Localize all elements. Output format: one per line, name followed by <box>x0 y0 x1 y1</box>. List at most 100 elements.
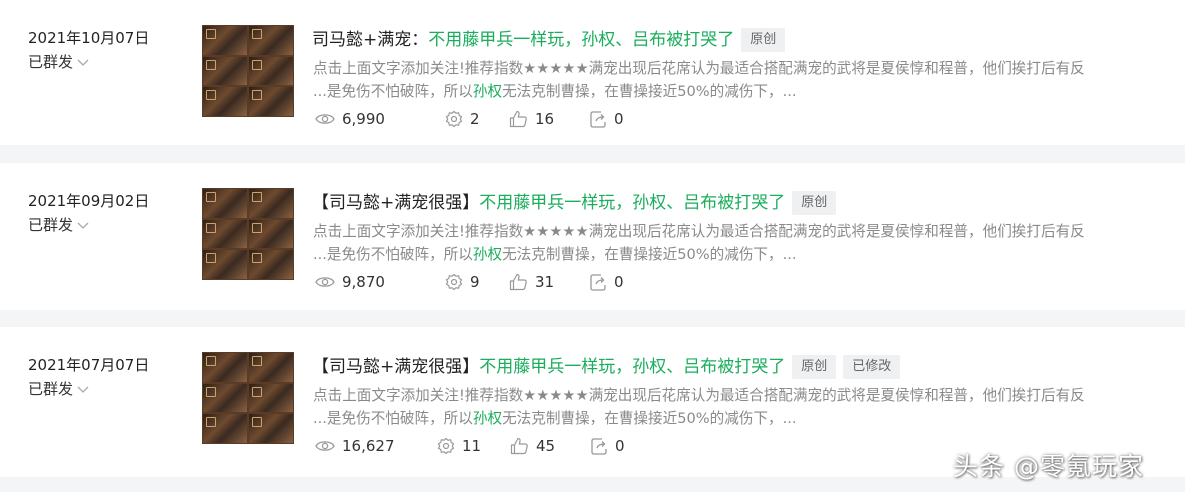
summary-line: 点击上面文字添加关注!推荐指数★★★★★满宠出现后花席认为最适合搭配满宠的武将是… <box>313 223 1085 240</box>
article-thumbnail[interactable] <box>202 188 294 280</box>
thumbs-up-icon <box>509 273 527 291</box>
forwards-stat: 0 <box>590 437 625 455</box>
shares-count: 11 <box>462 437 482 455</box>
likes-count: 31 <box>535 273 555 291</box>
summary-text: 无法克制曹操，在曹操接近50%的减伤下，... <box>502 83 797 100</box>
summary-text: 无法克制曹操，在曹操接近50%的减伤下，... <box>502 410 797 427</box>
thumbnail-cell <box>249 189 293 218</box>
gear-icon <box>445 273 463 291</box>
original-badge: 原创 <box>792 191 837 215</box>
thumbnail-cell <box>203 414 247 443</box>
thumbnail-cell <box>203 87 247 116</box>
forwards-stat: 0 <box>589 110 624 128</box>
article-card: 2021年10月07日 已群发 司马懿+满宠： 不用藤甲兵一样玩，孙权、吕布被打… <box>0 0 1185 145</box>
summary-highlight: 孙权 <box>472 410 503 427</box>
thumbs-up-icon <box>509 110 527 128</box>
publish-date: 2021年07月07日 <box>28 356 150 374</box>
likes-stat: 45 <box>510 437 590 455</box>
watermark: 头条 @零氪玩家 <box>953 452 1144 481</box>
forward-icon <box>590 274 606 291</box>
thumbnail-cell <box>249 414 293 443</box>
title-prefix[interactable]: 【司马懿+满宠很强】 <box>312 190 479 216</box>
summary-highlight: 孙权 <box>472 246 503 263</box>
views-stat: 9,870 <box>315 273 445 291</box>
chevron-down-icon <box>77 222 89 229</box>
article-card: 2021年09月02日 已群发 【司马懿+满宠很强】 不用藤甲兵一样玩，孙权、吕… <box>0 163 1185 310</box>
article-summary: 点击上面文字添加关注!推荐指数★★★★★满宠出现后花席认为最适合搭配满宠的武将是… <box>313 384 1163 430</box>
forwards-count: 0 <box>614 273 624 291</box>
thumbnail-cell <box>203 250 247 279</box>
gear-icon <box>445 110 463 128</box>
status-label: 已群发 <box>28 380 74 398</box>
status-dropdown[interactable]: 已群发 <box>28 52 89 72</box>
likes-stat: 16 <box>509 110 589 128</box>
summary-line: ...是免伤不怕破阵，所以孙权无法克制曹操，在曹操接近50%的减伤下，... <box>313 80 1163 103</box>
title-main[interactable]: 不用藤甲兵一样玩，孙权、吕布被打哭了 <box>479 190 785 216</box>
likes-stat: 31 <box>509 273 589 291</box>
article-summary: 点击上面文字添加关注!推荐指数★★★★★满宠出现后花席认为最适合搭配满宠的武将是… <box>313 57 1163 103</box>
title-prefix[interactable]: 司马懿+满宠： <box>312 27 428 53</box>
article-stats: 16,627 11 45 0 <box>315 437 625 455</box>
summary-line: ...是免伤不怕破阵，所以孙权无法克制曹操，在曹操接近50%的减伤下，... <box>313 407 1163 430</box>
thumbnail-cell <box>203 383 247 413</box>
gear-icon <box>437 437 455 455</box>
thumbnail-cell <box>249 219 293 249</box>
article-thumbnail[interactable] <box>202 352 294 444</box>
shares-count: 9 <box>470 273 480 291</box>
article-stats: 6,990 2 16 0 <box>315 110 624 128</box>
thumbnail-cell <box>203 353 247 382</box>
thumbnail-cell <box>203 219 247 249</box>
status-dropdown[interactable]: 已群发 <box>28 215 89 235</box>
status-dropdown[interactable]: 已群发 <box>28 379 89 399</box>
article-list: 2021年10月07日 已群发 司马懿+满宠： 不用藤甲兵一样玩，孙权、吕布被打… <box>0 0 1185 492</box>
thumbnail-cell <box>249 26 293 55</box>
article-title[interactable]: 【司马懿+满宠很强】 不用藤甲兵一样玩，孙权、吕布被打哭了 原创 <box>312 190 837 216</box>
views-count: 16,627 <box>342 437 395 455</box>
summary-line: 点击上面文字添加关注!推荐指数★★★★★满宠出现后花席认为最适合搭配满宠的武将是… <box>313 387 1085 404</box>
forward-icon <box>590 111 606 128</box>
title-prefix[interactable]: 【司马懿+满宠很强】 <box>312 354 479 380</box>
thumbnail-cell <box>249 56 293 86</box>
title-main[interactable]: 不用藤甲兵一样玩，孙权、吕布被打哭了 <box>479 354 785 380</box>
status-label: 已群发 <box>28 216 74 234</box>
article-title[interactable]: 【司马懿+满宠很强】 不用藤甲兵一样玩，孙权、吕布被打哭了 原创 已修改 <box>312 354 901 380</box>
shares-stat: 2 <box>445 110 509 128</box>
forwards-stat: 0 <box>589 273 624 291</box>
thumbnail-cell <box>203 189 247 218</box>
title-main[interactable]: 不用藤甲兵一样玩，孙权、吕布被打哭了 <box>428 27 734 53</box>
publish-date: 2021年10月07日 <box>28 29 150 47</box>
summary-text: ...是免伤不怕破阵，所以 <box>313 83 473 100</box>
shares-count: 2 <box>470 110 480 128</box>
publish-date: 2021年09月02日 <box>28 192 150 210</box>
eye-icon <box>315 114 335 124</box>
article-title[interactable]: 司马懿+满宠： 不用藤甲兵一样玩，孙权、吕布被打哭了 原创 <box>312 27 786 53</box>
eye-icon <box>315 441 335 451</box>
thumbnail-cell <box>249 87 293 116</box>
thumbnail-cell <box>249 353 293 382</box>
chevron-down-icon <box>77 386 89 393</box>
summary-line: ...是免伤不怕破阵，所以孙权无法克制曹操，在曹操接近50%的减伤下，... <box>313 243 1163 266</box>
summary-line: 点击上面文字添加关注!推荐指数★★★★★满宠出现后花席认为最适合搭配满宠的武将是… <box>313 60 1085 77</box>
article-stats: 9,870 9 31 0 <box>315 273 624 291</box>
original-badge: 原创 <box>741 28 786 52</box>
original-badge: 原创 <box>792 355 837 379</box>
thumbnail-cell <box>203 56 247 86</box>
views-count: 9,870 <box>342 273 385 291</box>
thumbs-up-icon <box>510 437 528 455</box>
status-label: 已群发 <box>28 53 74 71</box>
article-summary: 点击上面文字添加关注!推荐指数★★★★★满宠出现后花席认为最适合搭配满宠的武将是… <box>313 220 1163 266</box>
forwards-count: 0 <box>614 110 624 128</box>
forward-icon <box>591 438 607 455</box>
thumbnail-cell <box>249 250 293 279</box>
views-stat: 6,990 <box>315 110 445 128</box>
likes-count: 45 <box>536 437 556 455</box>
forwards-count: 0 <box>615 437 625 455</box>
summary-text: ...是免伤不怕破阵，所以 <box>313 410 473 427</box>
article-thumbnail[interactable] <box>202 25 294 117</box>
shares-stat: 9 <box>445 273 509 291</box>
thumbnail-cell <box>203 26 247 55</box>
thumbnail-cell <box>249 383 293 413</box>
summary-text: 无法克制曹操，在曹操接近50%的减伤下，... <box>502 246 797 263</box>
summary-highlight: 孙权 <box>472 83 503 100</box>
eye-icon <box>315 277 335 287</box>
